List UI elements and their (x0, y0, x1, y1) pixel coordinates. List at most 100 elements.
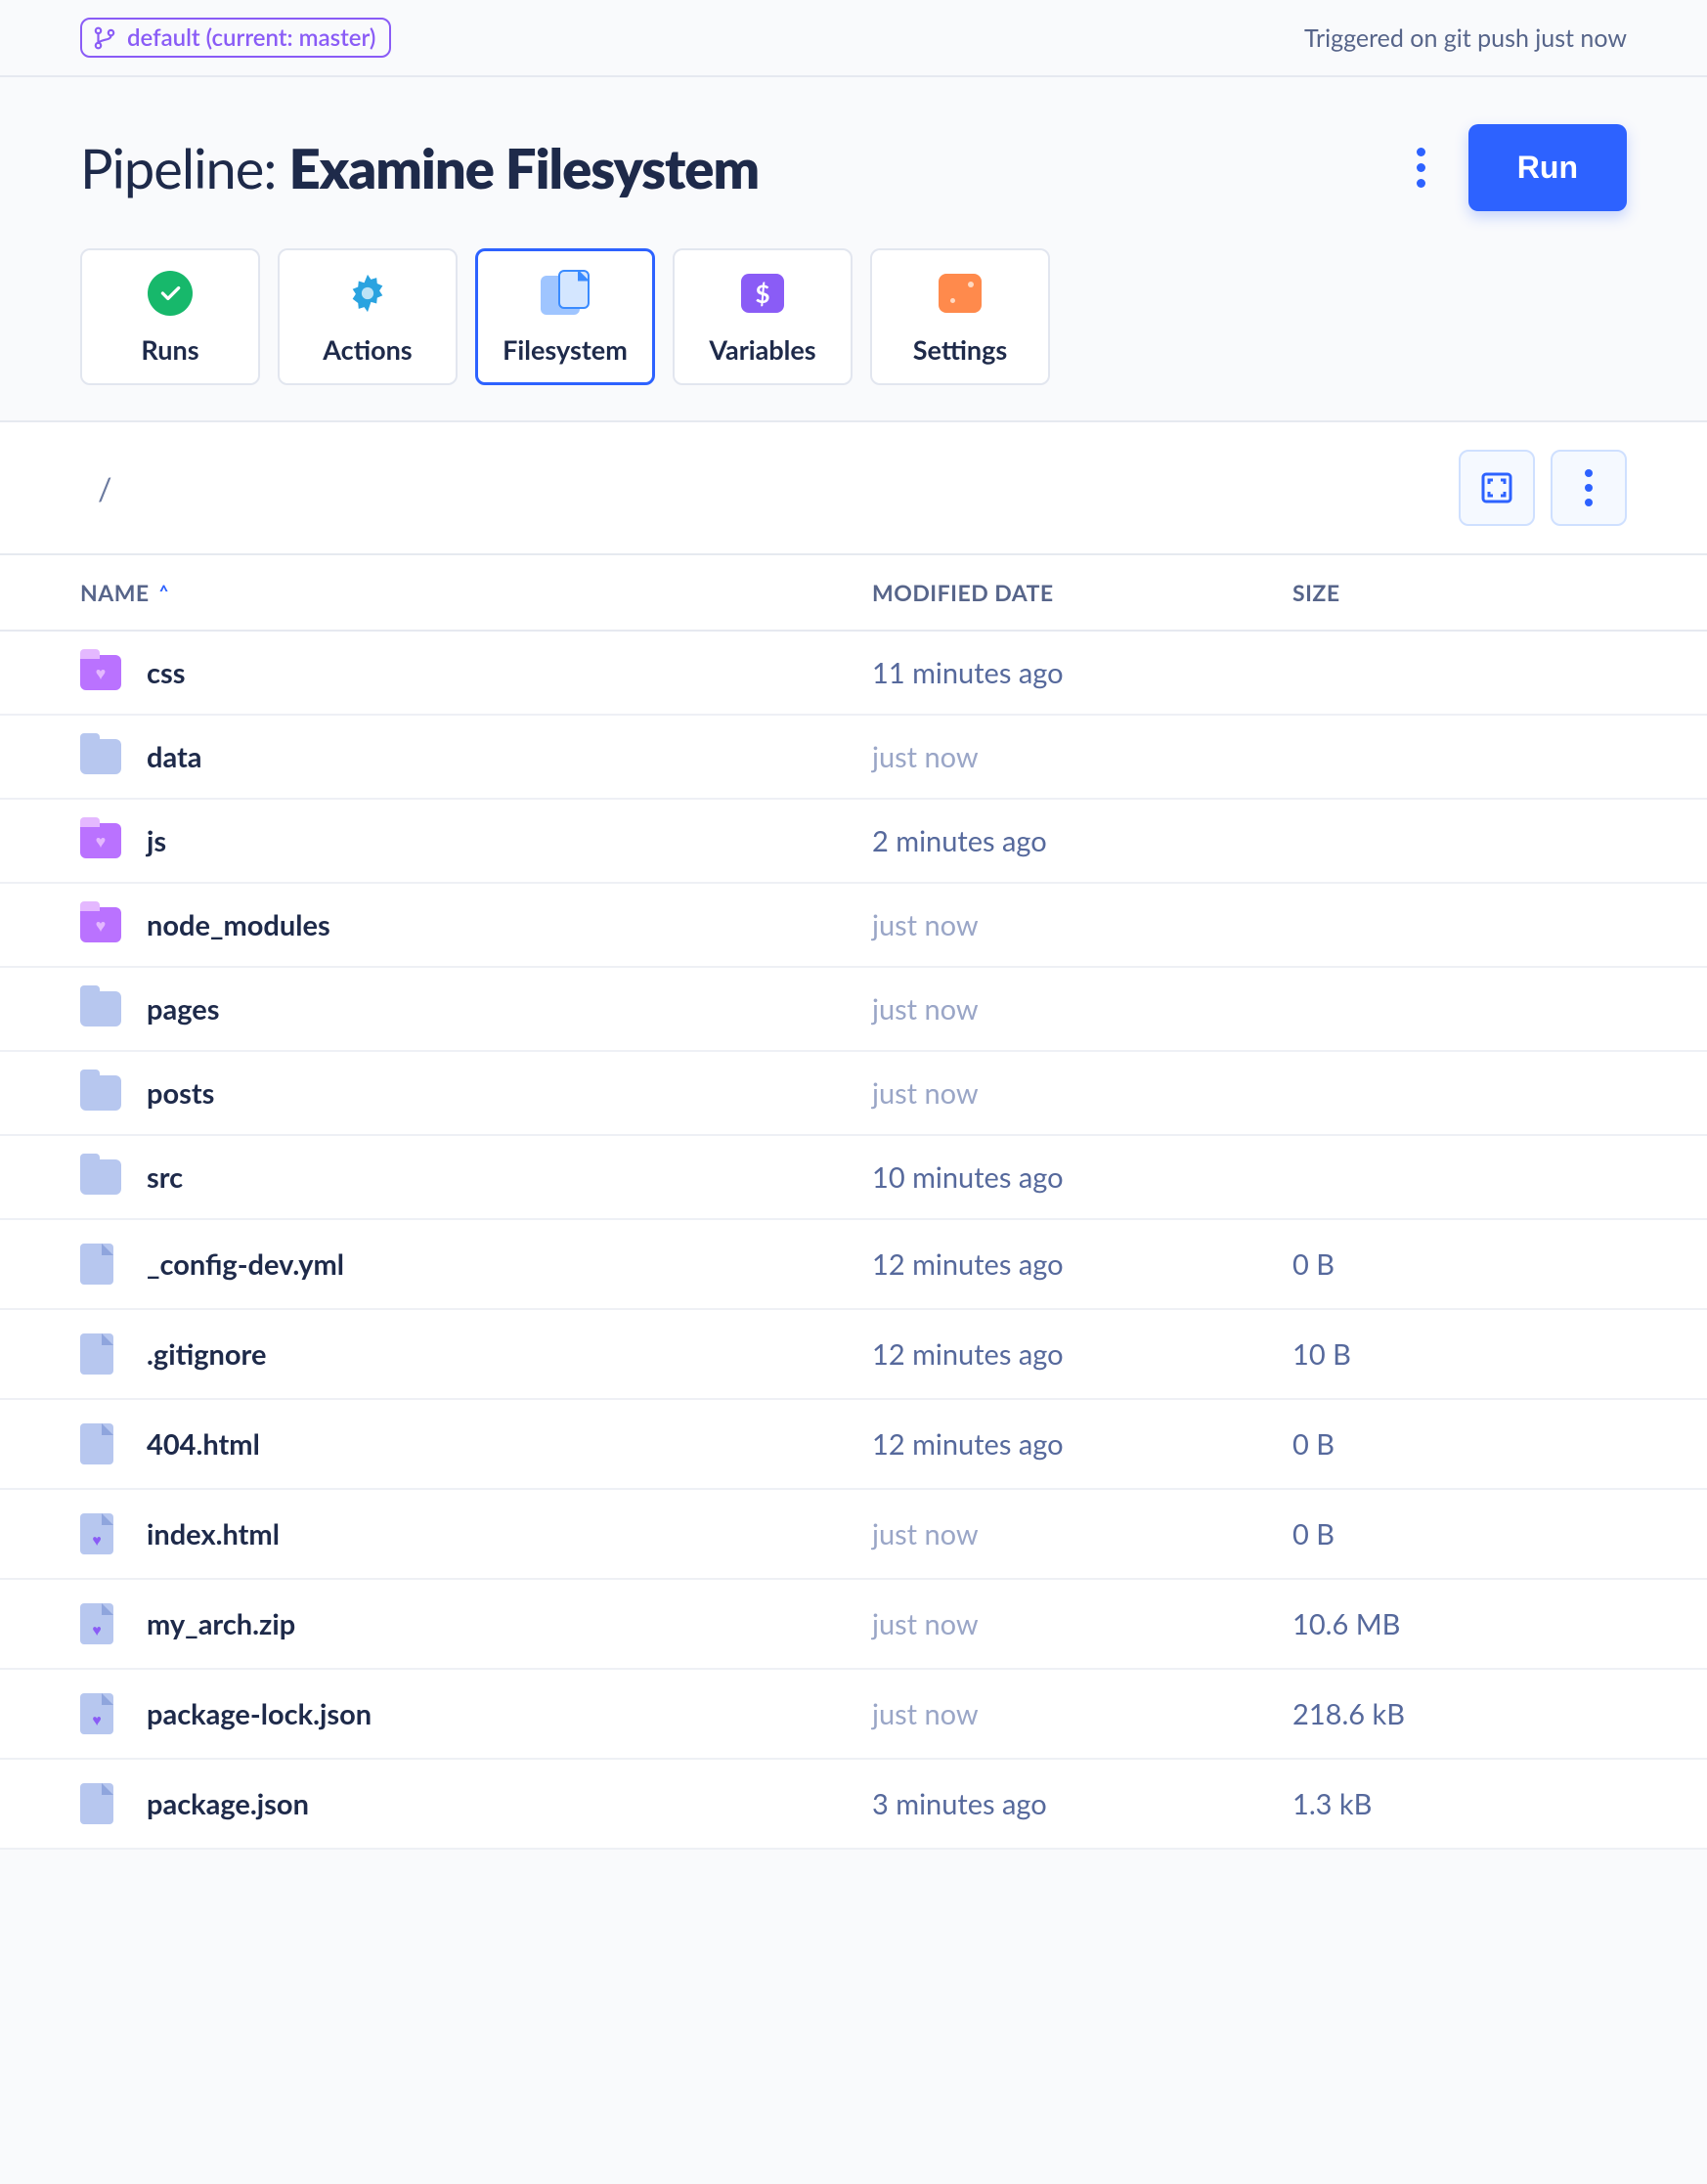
filesystem-row[interactable]: package-lock.jsonjust now218.6 kB (0, 1670, 1707, 1760)
file-size: 1.3 kB (1292, 1787, 1627, 1821)
page-title: Pipeline: Examine Filesystem (80, 135, 759, 200)
file-modified: 12 minutes ago (872, 1427, 1292, 1462)
file-modified: just now (872, 740, 1292, 774)
filesystem-icon (541, 269, 590, 318)
table-header: NAME ˄ MODIFIED DATE SIZE (0, 555, 1707, 632)
top-bar: default (current: master) Triggered on g… (0, 0, 1707, 77)
file-name: posts (143, 1076, 872, 1111)
filesystem-row[interactable]: js2 minutes ago (0, 800, 1707, 884)
file-name: css (143, 656, 872, 690)
file-modified: 12 minutes ago (872, 1337, 1292, 1372)
dollar-box-icon: $ (738, 269, 787, 318)
gear-badge-icon (343, 269, 392, 318)
filesystem-row[interactable]: css11 minutes ago (0, 632, 1707, 716)
file-modified: 2 minutes ago (872, 824, 1292, 858)
folder-favorite-icon (80, 655, 121, 690)
file-size: 218.6 kB (1292, 1697, 1627, 1731)
fullscreen-button[interactable] (1459, 450, 1535, 526)
file-name: _config-dev.yml (143, 1247, 872, 1282)
file-modified: 11 minutes ago (872, 656, 1292, 690)
filesystem-row[interactable]: src10 minutes ago (0, 1136, 1707, 1220)
file-size: 0 B (1292, 1517, 1627, 1551)
filesystem-rows: css11 minutes agodatajust nowjs2 minutes… (0, 632, 1707, 1850)
tab-filesystem[interactable]: Filesystem (475, 248, 655, 385)
file-name: data (143, 740, 872, 774)
file-modified: just now (872, 992, 1292, 1026)
file-name: package-lock.json (143, 1697, 872, 1731)
filesystem-row[interactable]: index.htmljust now0 B (0, 1490, 1707, 1580)
file-modified: just now (872, 908, 1292, 942)
file-name: .gitignore (143, 1337, 872, 1372)
sort-asc-icon: ˄ (159, 581, 169, 604)
file-size: 0 B (1292, 1247, 1627, 1282)
file-size: 10.6 MB (1292, 1607, 1627, 1641)
column-header-modified[interactable]: MODIFIED DATE (872, 579, 1292, 606)
column-header-name[interactable]: NAME ˄ (80, 579, 872, 606)
pipeline-more-button[interactable] (1397, 132, 1445, 203)
file-name: pages (143, 992, 872, 1026)
branch-label: default (current: master) (127, 23, 375, 52)
file-icon (80, 1333, 113, 1375)
file-size: 0 B (1292, 1427, 1627, 1462)
tab-label: Settings (913, 333, 1007, 366)
file-modified: 12 minutes ago (872, 1247, 1292, 1282)
folder-icon (80, 1159, 121, 1195)
file-name: node_modules (143, 908, 872, 942)
folder-icon (80, 739, 121, 774)
file-modified: 3 minutes ago (872, 1787, 1292, 1821)
page-header: Pipeline: Examine Filesystem Run (0, 77, 1707, 221)
file-favorite-icon (80, 1693, 113, 1734)
file-name: my_arch.zip (143, 1607, 872, 1641)
filesystem-row[interactable]: 404.html12 minutes ago0 B (0, 1400, 1707, 1490)
filesystem-row[interactable]: postsjust now (0, 1052, 1707, 1136)
tab-label: Variables (709, 333, 815, 366)
breadcrumb[interactable]: / (98, 469, 111, 507)
filesystem-more-button[interactable] (1551, 450, 1627, 526)
folder-favorite-icon (80, 907, 121, 942)
run-button[interactable]: Run (1468, 124, 1627, 211)
file-icon (80, 1423, 113, 1464)
column-header-size[interactable]: SIZE (1292, 579, 1627, 606)
filesystem-row[interactable]: package.json3 minutes ago1.3 kB (0, 1760, 1707, 1850)
check-circle-icon (146, 269, 195, 318)
file-size: 10 B (1292, 1337, 1627, 1372)
tab-variables[interactable]: $ Variables (673, 248, 853, 385)
file-icon (80, 1783, 113, 1824)
tab-runs[interactable]: Runs (80, 248, 260, 385)
folder-icon (80, 991, 121, 1026)
trigger-info: Triggered on git push just now (1304, 23, 1627, 53)
fullscreen-icon (1477, 468, 1516, 507)
file-icon (80, 1244, 113, 1285)
folder-icon (80, 1075, 121, 1111)
file-modified: 10 minutes ago (872, 1160, 1292, 1195)
filesystem-row[interactable]: datajust now (0, 716, 1707, 800)
file-name: index.html (143, 1517, 872, 1551)
file-modified: just now (872, 1076, 1292, 1111)
file-name: 404.html (143, 1427, 872, 1462)
tab-bar: Runs Actions Filesystem $ Variables Settings (0, 221, 1707, 422)
folder-favorite-icon (80, 823, 121, 858)
file-favorite-icon (80, 1513, 113, 1554)
file-name: src (143, 1160, 872, 1195)
git-branch-icon (92, 25, 117, 51)
branch-selector[interactable]: default (current: master) (80, 18, 391, 58)
file-modified: just now (872, 1517, 1292, 1551)
filesystem-row[interactable]: pagesjust now (0, 968, 1707, 1052)
filesystem-row[interactable]: node_modulesjust now (0, 884, 1707, 968)
filesystem-row[interactable]: my_arch.zipjust now10.6 MB (0, 1580, 1707, 1670)
page-title-name: Examine Filesystem (289, 135, 759, 200)
tab-settings[interactable]: Settings (870, 248, 1050, 385)
path-toolbar: / (0, 422, 1707, 555)
file-modified: just now (872, 1697, 1292, 1731)
file-modified: just now (872, 1607, 1292, 1641)
tab-actions[interactable]: Actions (278, 248, 458, 385)
tab-label: Filesystem (503, 333, 628, 366)
file-name: package.json (143, 1787, 872, 1821)
tab-label: Actions (323, 333, 412, 366)
file-name: js (143, 824, 872, 858)
file-favorite-icon (80, 1603, 113, 1644)
filesystem-row[interactable]: _config-dev.yml12 minutes ago0 B (0, 1220, 1707, 1310)
tab-label: Runs (141, 333, 198, 366)
page-title-prefix: Pipeline: (80, 135, 289, 200)
filesystem-row[interactable]: .gitignore12 minutes ago10 B (0, 1310, 1707, 1400)
